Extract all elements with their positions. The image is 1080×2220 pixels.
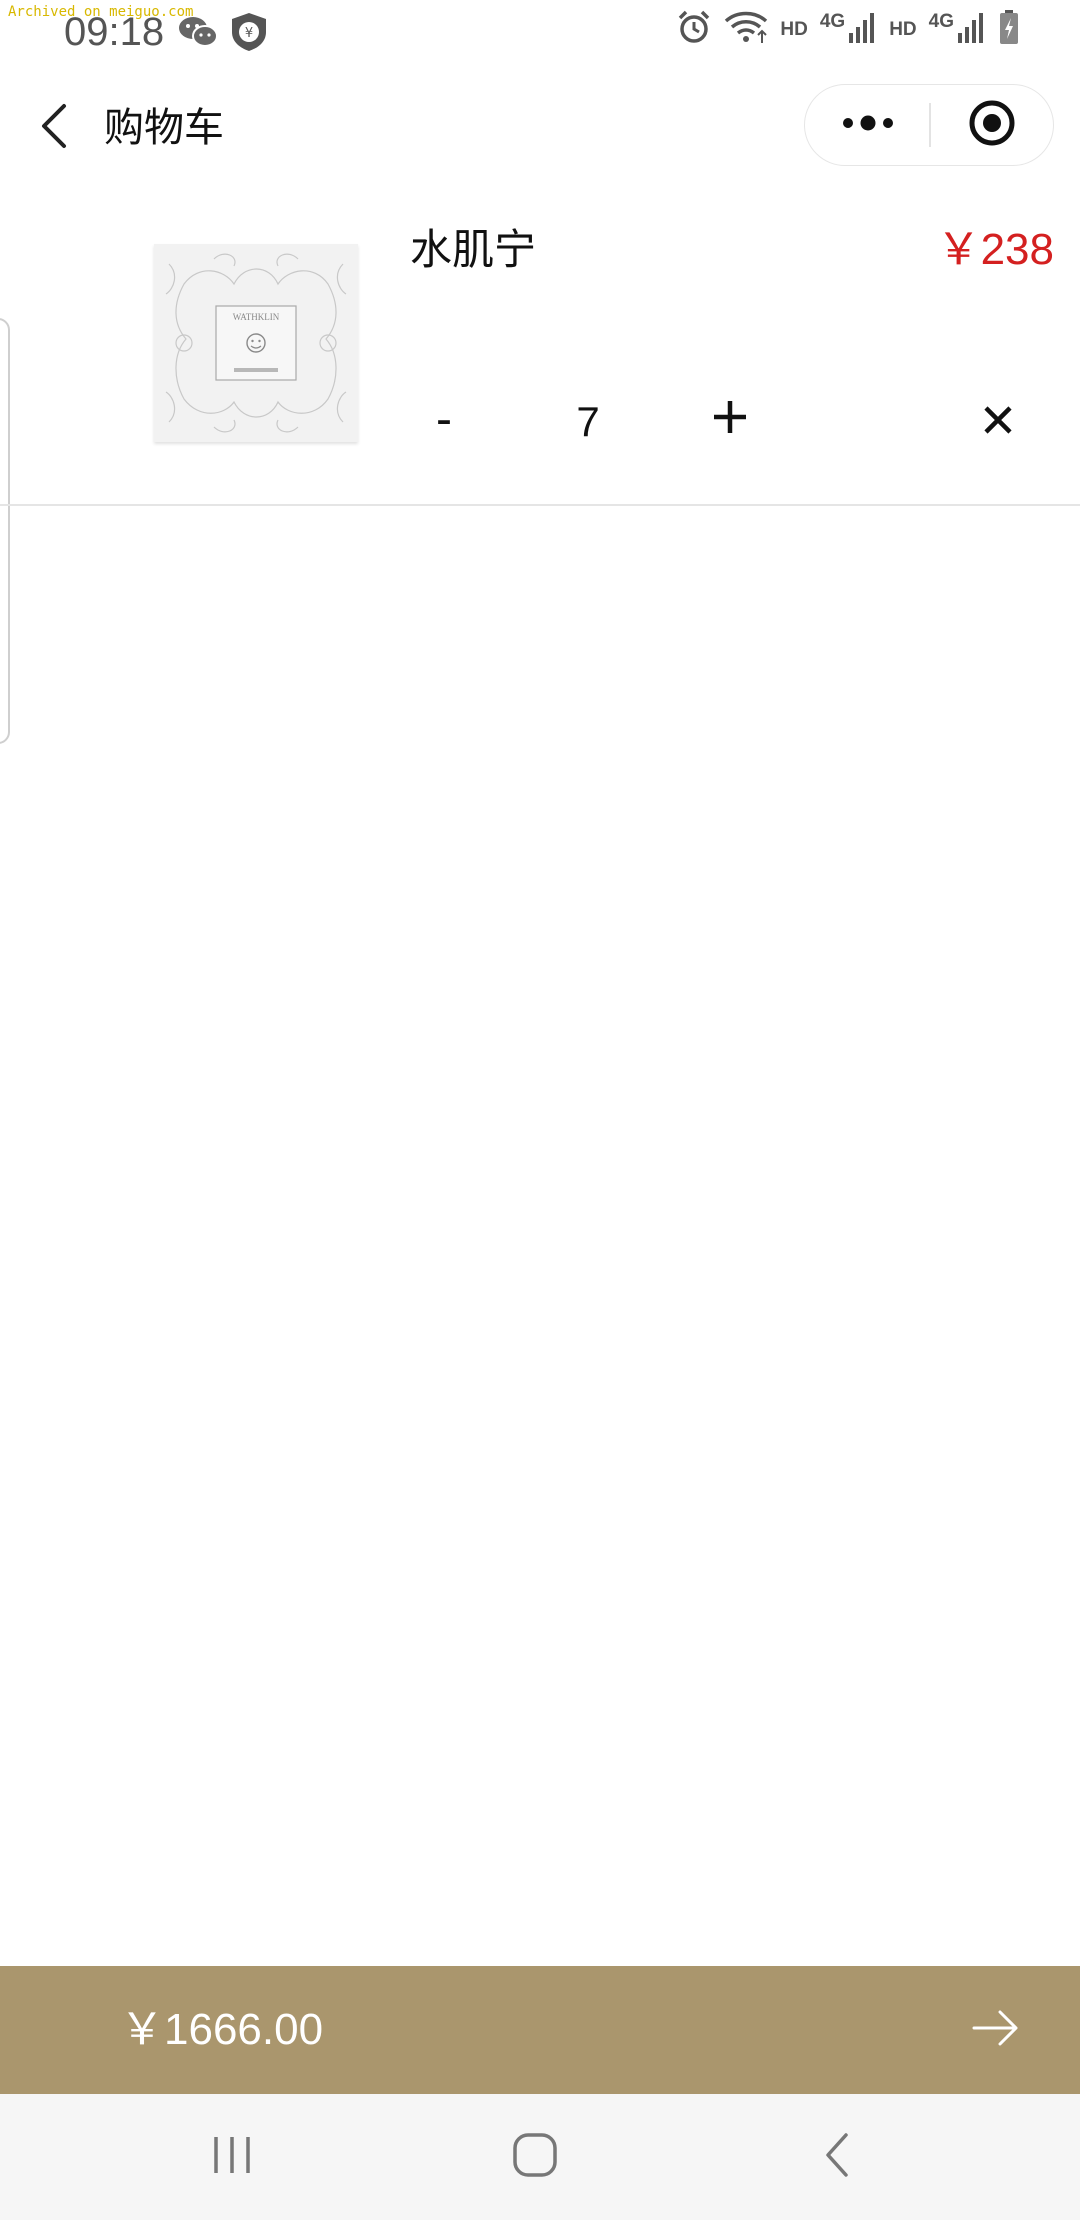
checkout-button[interactable]	[966, 2000, 1026, 2060]
system-navigation-bar	[0, 2094, 1080, 2220]
quantity-value: 7	[576, 398, 600, 445]
hd-label: HD	[780, 19, 808, 40]
wechat-icon	[178, 15, 218, 53]
wifi-icon	[724, 9, 768, 51]
status-bar: Archived on meiguo.com 09:18 ¥ HD 4G HD …	[0, 0, 1080, 60]
checkout-total: ￥1666.00	[120, 2005, 324, 2054]
hd-label: HD	[889, 19, 917, 40]
signal-icon	[847, 11, 877, 49]
chevron-left-icon	[38, 102, 70, 154]
arrow-right-icon	[972, 2008, 1020, 2052]
home-icon	[512, 2132, 558, 2182]
status-time: 09:18	[64, 10, 165, 54]
cart-item: WATHKLIN 水肌宁 ￥238 - 7	[0, 200, 1080, 506]
svg-text:¥: ¥	[245, 26, 253, 41]
status-right-icons: HD 4G HD 4G	[676, 10, 1020, 50]
more-dots-icon	[840, 113, 896, 137]
product-brand-text: WATHKLIN	[233, 312, 280, 322]
decrease-quantity-button[interactable]: -	[412, 384, 476, 454]
system-back-button[interactable]	[797, 2122, 877, 2192]
alarm-icon	[676, 9, 712, 51]
product-price: ￥238	[936, 225, 1054, 274]
network-type-label: 4G	[819, 11, 846, 32]
back-button[interactable]	[26, 98, 82, 158]
product-image: WATHKLIN	[154, 244, 358, 442]
battery-charging-icon	[998, 9, 1020, 51]
status-left-icons: ¥	[178, 12, 268, 56]
signal-icon	[956, 11, 986, 49]
checkout-bar[interactable]: ￥1666.00	[0, 1966, 1080, 2094]
recent-apps-button[interactable]	[192, 2122, 272, 2192]
remove-item-button[interactable]	[968, 390, 1028, 454]
product-name: 水肌宁	[410, 225, 537, 274]
target-circle-icon	[967, 98, 1017, 152]
more-button[interactable]	[805, 85, 930, 165]
home-button[interactable]	[495, 2122, 575, 2192]
recent-apps-icon	[210, 2135, 254, 2179]
wallet-shield-icon: ¥	[230, 12, 268, 56]
network-type-label: 4G	[928, 11, 954, 32]
plus-icon	[712, 399, 748, 439]
mini-program-capsule	[804, 84, 1054, 166]
back-icon	[822, 2132, 852, 2182]
cart-screen: Archived on meiguo.com 09:18 ¥ HD 4G HD …	[0, 0, 1080, 2220]
close-mini-program-button[interactable]	[931, 85, 1053, 165]
increase-quantity-button[interactable]	[698, 384, 762, 454]
close-icon	[983, 405, 1013, 439]
page-title: 购物车	[104, 105, 224, 151]
navigation-bar: 购物车	[0, 70, 1080, 186]
